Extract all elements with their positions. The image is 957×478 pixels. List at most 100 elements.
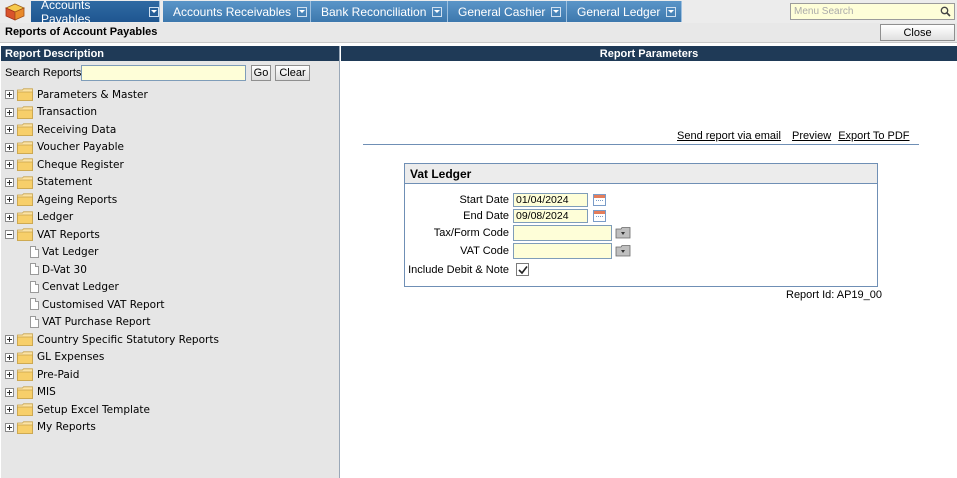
tree-item-label[interactable]: D-Vat 30: [42, 264, 87, 276]
tree-folder-item[interactable]: Transaction: [1, 104, 340, 121]
tree-item-label[interactable]: Parameters & Master: [37, 89, 148, 101]
tab-accounts-payables[interactable]: Accounts Payables: [31, 0, 160, 26]
tree-folder-item[interactable]: Statement: [1, 174, 340, 191]
tree-item-label[interactable]: Ageing Reports: [37, 194, 117, 206]
calendar-icon[interactable]: [593, 210, 606, 222]
tree-item-label[interactable]: Vat Ledger: [42, 246, 99, 258]
tree-item-label[interactable]: Transaction: [37, 106, 97, 118]
tree-folder-item[interactable]: Country Specific Statutory Reports: [1, 331, 340, 348]
start-date-field[interactable]: [513, 193, 588, 207]
tab-general-ledger[interactable]: General Ledger: [567, 1, 682, 22]
expand-icon[interactable]: [5, 335, 14, 344]
tree-folder-item[interactable]: VAT Reports: [1, 226, 340, 243]
close-button[interactable]: Close: [880, 24, 955, 41]
expand-icon[interactable]: [5, 422, 14, 432]
tree-item-label[interactable]: Cenvat Ledger: [42, 281, 119, 293]
tree-report-item[interactable]: D-Vat 30: [1, 261, 340, 278]
tree-folder-item[interactable]: Voucher Payable: [1, 139, 340, 156]
tree-folder-item[interactable]: Ledger: [1, 209, 340, 226]
folder-icon: [17, 140, 33, 154]
top-nav-bar: Accounts Payables Accounts Receivables B…: [0, 0, 957, 26]
vat-code-field[interactable]: [513, 243, 612, 259]
app-logo-icon[interactable]: [0, 0, 30, 23]
folder-icon: [17, 228, 33, 241]
tree-item-label[interactable]: Customised VAT Report: [42, 299, 165, 311]
tree-folder-item[interactable]: My Reports: [1, 419, 340, 436]
tree-report-item[interactable]: Cenvat Ledger: [1, 279, 340, 296]
search-reports-input[interactable]: [81, 65, 246, 81]
folder-lookup-icon[interactable]: [615, 244, 631, 257]
expand-icon[interactable]: [5, 107, 14, 117]
calendar-icon[interactable]: [593, 194, 606, 206]
folder-icon: [17, 88, 33, 101]
tree-folder-item[interactable]: Pre-Paid: [1, 366, 340, 383]
tree-report-item[interactable]: Customised VAT Report: [1, 296, 340, 313]
tree-item-label[interactable]: My Reports: [37, 421, 96, 433]
expand-icon[interactable]: [5, 352, 14, 362]
tab-general-cashier[interactable]: General Cashier: [448, 1, 567, 22]
expand-icon[interactable]: [5, 125, 14, 134]
menu-search-input[interactable]: [791, 4, 936, 19]
include-debit-note-label: Include Debit & Note: [408, 264, 509, 276]
tree-folder-item[interactable]: Cheque Register: [1, 156, 340, 173]
report-actions: Send report via email Preview Export To …: [677, 130, 918, 142]
go-button[interactable]: Go: [251, 65, 271, 81]
chevron-down-icon[interactable]: [149, 6, 159, 17]
folder-icon: [17, 403, 33, 416]
tree-report-item[interactable]: Vat Ledger: [1, 244, 340, 261]
tree-folder-item[interactable]: MIS: [1, 384, 340, 401]
expand-icon[interactable]: [5, 160, 14, 169]
folder-icon: [17, 420, 33, 434]
expand-icon[interactable]: [5, 177, 14, 187]
tax-form-code-field[interactable]: [513, 225, 612, 241]
folder-icon: [17, 333, 33, 346]
tree-item-label[interactable]: Setup Excel Template: [37, 404, 150, 416]
expand-icon[interactable]: [5, 370, 14, 379]
clear-button[interactable]: Clear: [275, 65, 310, 81]
tree-folder-item[interactable]: Receiving Data: [1, 121, 340, 138]
search-icon[interactable]: [940, 6, 951, 20]
tree-folder-item[interactable]: Parameters & Master: [1, 86, 340, 103]
tree-item-label[interactable]: Pre-Paid: [37, 369, 79, 381]
expand-icon[interactable]: [5, 195, 14, 204]
folder-icon: [17, 158, 33, 171]
send-email-link[interactable]: Send report via email: [677, 130, 781, 142]
search-reports-label: Search Reports: [5, 67, 82, 79]
end-date-field[interactable]: [513, 209, 588, 223]
collapse-icon[interactable]: [5, 230, 14, 239]
chevron-down-icon[interactable]: [551, 6, 562, 17]
expand-icon[interactable]: [5, 142, 14, 152]
tree-item-label[interactable]: Voucher Payable: [37, 141, 124, 153]
document-icon: [30, 263, 39, 275]
expand-icon[interactable]: [5, 405, 14, 414]
tree-folder-item[interactable]: Setup Excel Template: [1, 401, 340, 418]
chevron-down-icon[interactable]: [666, 6, 677, 17]
include-debit-note-checkbox[interactable]: [516, 263, 529, 276]
expand-icon[interactable]: [5, 387, 14, 397]
tree-item-label[interactable]: Statement: [37, 176, 92, 188]
tree-item-label[interactable]: VAT Reports: [37, 229, 100, 241]
title-bar: Reports of Account Payables Close: [0, 23, 957, 43]
folder-icon: [17, 175, 33, 189]
preview-link[interactable]: Preview: [792, 130, 831, 142]
tree-item-label[interactable]: Cheque Register: [37, 159, 124, 171]
tree-item-label[interactable]: Receiving Data: [37, 124, 116, 136]
tree-item-label[interactable]: MIS: [37, 386, 56, 398]
folder-icon: [17, 350, 33, 364]
tree-report-item[interactable]: VAT Purchase Report: [1, 314, 340, 331]
tab-bank-reconciliation[interactable]: Bank Reconciliation: [311, 1, 448, 22]
tree-item-label[interactable]: VAT Purchase Report: [42, 316, 150, 328]
tree-item-label[interactable]: Country Specific Statutory Reports: [37, 334, 219, 346]
tree-item-label[interactable]: Ledger: [37, 211, 73, 223]
tree-item-label[interactable]: GL Expenses: [37, 351, 104, 363]
expand-icon[interactable]: [5, 212, 14, 222]
form-title: Vat Ledger: [405, 164, 877, 184]
tree-folder-item[interactable]: GL Expenses: [1, 349, 340, 366]
chevron-down-icon[interactable]: [432, 6, 443, 17]
expand-icon[interactable]: [5, 90, 14, 99]
tab-accounts-receivables[interactable]: Accounts Receivables: [163, 1, 311, 22]
tree-folder-item[interactable]: Ageing Reports: [1, 191, 340, 208]
chevron-down-icon[interactable]: [297, 6, 308, 17]
export-pdf-link[interactable]: Export To PDF: [838, 130, 909, 142]
folder-lookup-icon[interactable]: [615, 226, 631, 239]
